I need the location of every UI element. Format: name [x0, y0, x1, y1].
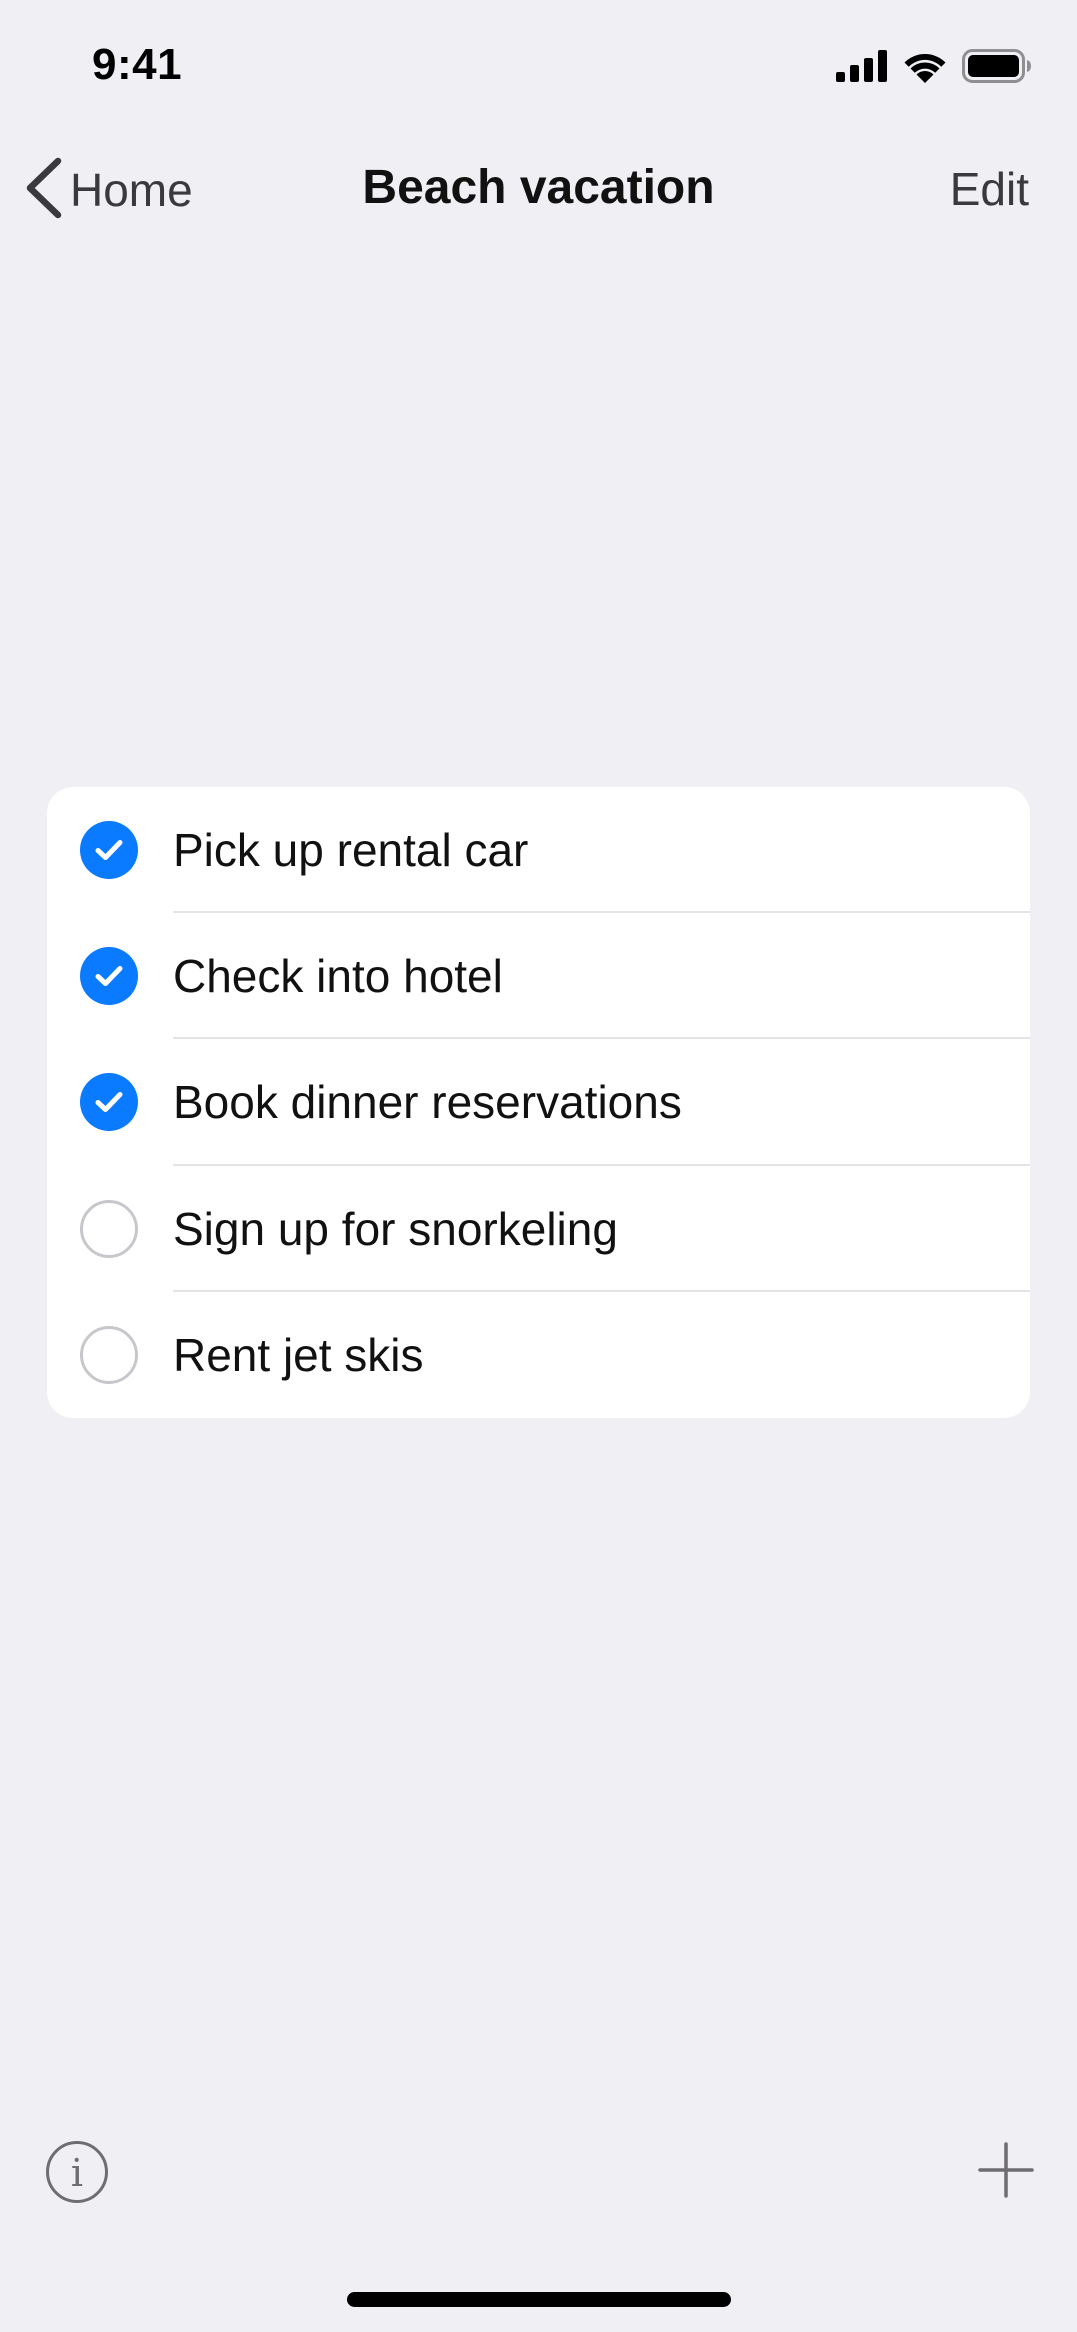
list-item[interactable]: Check into hotel — [47, 913, 1030, 1040]
list-item-label: Rent jet skis — [173, 1328, 424, 1381]
status-bar: 9:41 — [0, 0, 1077, 130]
list-item-label: Sign up for snorkeling — [173, 1202, 618, 1255]
page-title: Beach vacation — [362, 161, 715, 214]
list-item-label: Pick up rental car — [173, 824, 529, 877]
add-button[interactable] — [976, 2140, 1036, 2200]
list-item[interactable]: Book dinner reservations — [47, 1039, 1030, 1166]
checked-circle-icon[interactable] — [80, 821, 138, 880]
list-item[interactable]: Rent jet skis — [47, 1292, 1030, 1418]
info-button[interactable]: i — [45, 2140, 109, 2204]
battery-icon — [962, 49, 1032, 83]
list-item-label: Book dinner reservations — [173, 1076, 682, 1129]
checked-circle-icon[interactable] — [80, 1073, 138, 1132]
edit-button[interactable]: Edit — [950, 162, 1029, 216]
home-indicator[interactable] — [347, 2292, 731, 2307]
status-time: 9:41 — [92, 40, 183, 89]
wifi-icon — [902, 49, 948, 83]
plus-icon — [976, 2142, 1036, 2204]
list-item[interactable]: Sign up for snorkeling — [47, 1166, 1030, 1292]
checked-circle-icon[interactable] — [80, 947, 138, 1006]
checklist-card: Pick up rental car Check into hotel Book… — [47, 787, 1030, 1418]
svg-text:i: i — [71, 2151, 83, 2195]
status-icons — [836, 48, 1032, 84]
list-item[interactable]: Pick up rental car — [47, 787, 1030, 914]
empty-circle-icon[interactable] — [80, 1199, 138, 1258]
empty-circle-icon[interactable] — [80, 1325, 138, 1384]
info-icon: i — [45, 2141, 109, 2208]
cellular-signal-icon — [836, 50, 888, 82]
list-item-label: Check into hotel — [173, 950, 503, 1003]
navigation-bar: Home Beach vacation Edit — [0, 140, 1077, 240]
